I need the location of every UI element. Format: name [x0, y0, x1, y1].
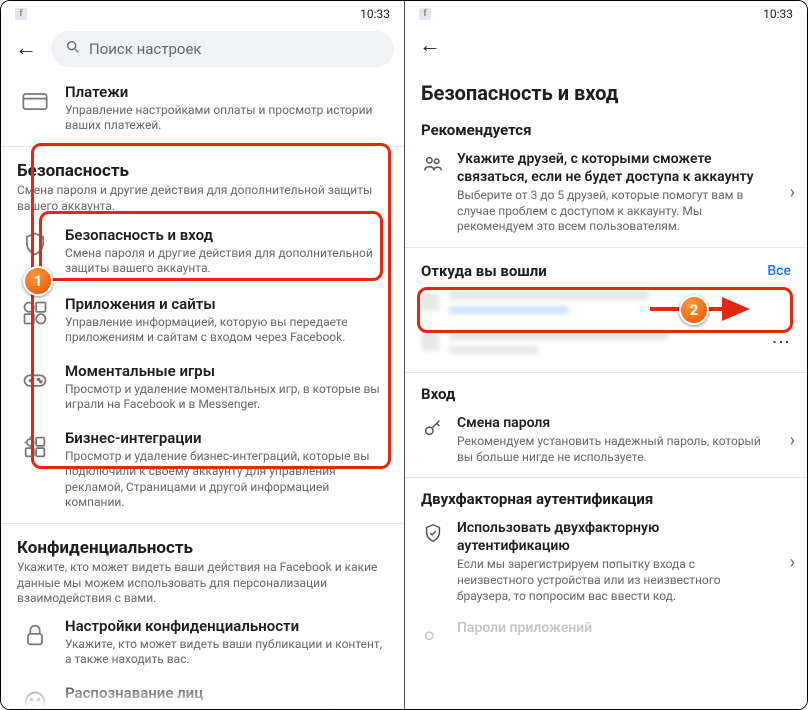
item-title: Пароли приложений — [457, 620, 799, 638]
divider — [405, 247, 807, 248]
item-title: Использовать двухфакторную аутентификаци… — [457, 520, 774, 555]
apps-icon — [17, 295, 53, 331]
chevron-right-icon: › — [786, 182, 799, 203]
gear-grid-icon — [17, 429, 53, 465]
section-title: Безопасность — [17, 161, 388, 181]
section-title: Конфиденциальность — [17, 538, 388, 558]
search-icon — [65, 39, 81, 59]
item-title: Настройки конфиденциальности — [65, 617, 388, 636]
more-menu-icon[interactable]: ⋮ — [770, 333, 791, 350]
item-title: Безопасность и вход — [65, 226, 388, 245]
session-row[interactable]: ⋮ — [405, 322, 807, 362]
item-desc: Если мы зарегистрируем попытку входа с н… — [457, 557, 774, 604]
item-desc: Управление распознаванием вашего лица на… — [65, 704, 388, 709]
back-arrow-icon[interactable]: ← — [415, 31, 445, 61]
key-icon — [421, 415, 445, 439]
item-desc: Рекомендуем установить надежный пароль, … — [457, 434, 774, 465]
left-phone: f 10:33 ← Поиск настроек Платежи Управле… — [1, 1, 404, 709]
section-desc: Смена пароля и другие действия для допол… — [17, 183, 388, 214]
search-input[interactable]: Поиск настроек — [51, 31, 394, 67]
item-desc: Укажите, кто может видеть ваши публикаци… — [65, 637, 388, 668]
face-icon — [17, 684, 53, 709]
settings-item-security-login[interactable]: Безопасность и вход Смена пароля и други… — [1, 216, 404, 287]
item-desc: Просмотр и удаление моментальных игр, в … — [65, 382, 388, 413]
item-title: Платежи — [65, 83, 388, 102]
item-title: Бизнес-интеграции — [65, 429, 388, 448]
login-item-change-password[interactable]: Смена пароля Рекомендуем установить наде… — [405, 407, 807, 474]
divider — [1, 146, 404, 147]
settings-item-privacy-settings[interactable]: Настройки конфиденциальности Укажите, кт… — [1, 609, 404, 676]
twofa-item-app-passwords[interactable]: Пароли приложений — [405, 612, 807, 652]
shield-check-icon — [421, 520, 445, 544]
settings-item-payments[interactable]: Платежи Управление настройками оплаты и … — [1, 75, 404, 142]
gamepad-icon — [17, 362, 53, 398]
section-title: Двухфакторная аутентификация — [421, 490, 791, 508]
twofa-item-use-2fa[interactable]: Использовать двухфакторную аутентификаци… — [405, 512, 807, 612]
key-icon — [421, 620, 445, 644]
settings-item-apps-sites[interactable]: Приложения и сайты Управление информацие… — [1, 287, 404, 354]
see-all-link[interactable]: Все — [767, 263, 791, 279]
shield-icon — [17, 226, 53, 262]
section-recommended: Рекомендуется — [405, 113, 807, 143]
section-desc: Укажите, кто может видеть ваши действия … — [17, 560, 388, 607]
recommended-item-trusted-contacts[interactable]: Укажите друзей, с которыми сможете связа… — [405, 143, 807, 243]
section-privacy: Конфиденциальность Укажите, кто может ви… — [1, 528, 404, 609]
annotation-marker-1: 1 — [23, 266, 53, 296]
chevron-right-icon: › — [786, 552, 799, 573]
item-desc: Просмотр и удаление бизнес-интеграций, к… — [65, 449, 388, 511]
friends-icon — [421, 151, 445, 175]
search-header: ← Поиск настроек — [1, 27, 404, 75]
section-title: Рекомендуется — [421, 121, 791, 139]
section-security: Безопасность Смена пароля и другие дейст… — [1, 151, 404, 216]
item-title: Распознавание лиц — [65, 684, 388, 703]
back-arrow-icon[interactable]: ← — [11, 34, 41, 64]
right-phone: f 10:33 ← Безопасность и вход Рекомендуе… — [404, 1, 807, 709]
status-time: 10:33 — [763, 7, 793, 21]
chevron-right-icon: › — [786, 430, 799, 451]
item-desc: Выберите от 3 до 5 друзей, которые помог… — [457, 188, 774, 235]
annotation-marker-2: 2 — [679, 295, 709, 325]
section-title: Откуда вы вошли — [421, 262, 547, 280]
search-placeholder: Поиск настроек — [89, 40, 202, 58]
section-title: Вход — [421, 385, 791, 403]
status-bar: f 10:33 — [1, 1, 404, 27]
item-desc: Управление настройками оплаты и просмотр… — [65, 103, 388, 134]
divider — [405, 372, 807, 373]
item-desc: Смена пароля и другие действия для допол… — [65, 246, 388, 277]
facebook-logo-icon: f — [419, 8, 431, 20]
settings-item-instant-games[interactable]: Моментальные игры Просмотр и удаление мо… — [1, 354, 404, 421]
settings-item-face-recognition[interactable]: Распознавание лиц Управление распознаван… — [1, 676, 404, 709]
lock-icon — [17, 617, 53, 653]
status-time: 10:33 — [360, 7, 390, 21]
header: ← — [405, 27, 807, 65]
page-title: Безопасность и вход — [405, 65, 807, 113]
item-title: Укажите друзей, с которыми сможете связа… — [457, 151, 774, 186]
item-desc: Управление информацией, которую вы перед… — [65, 315, 388, 346]
divider — [405, 477, 807, 478]
divider — [1, 523, 404, 524]
section-where-logged-in: Откуда вы вошли Все — [405, 252, 807, 286]
credit-card-icon — [17, 83, 53, 119]
section-two-factor: Двухфакторная аутентификация — [405, 482, 807, 512]
settings-item-business[interactable]: Бизнес-интеграции Просмотр и удаление би… — [1, 421, 404, 519]
item-title: Приложения и сайты — [65, 295, 388, 314]
facebook-logo-icon: f — [15, 8, 27, 20]
item-title: Моментальные игры — [65, 362, 388, 381]
section-login: Вход — [405, 377, 807, 407]
status-bar: f 10:33 — [405, 1, 807, 27]
item-title: Смена пароля — [457, 415, 774, 433]
